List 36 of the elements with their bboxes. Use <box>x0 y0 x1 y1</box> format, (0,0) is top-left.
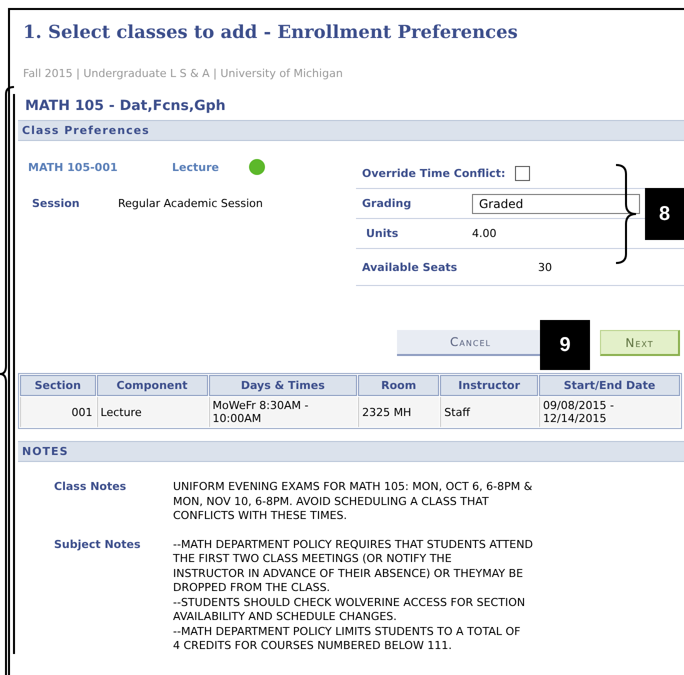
notes-text: --MATH DEPARTMENT POLICY REQUIRES THAT STUDENTS ATTEND THE FIRST TWO CLASS MEETINGS (OR NOTIFY THE INSTRUCTOR IN ADVANCE OF THEIR ABSENCE) OR THEYMAY BE DROPPED FROM THE CLASS. --STUDENTS SHOULD CHECK WOLVERINE ACCESS FOR SECTION AVAILABILITY AND SCHEDULE CHANGES. --MATH DEPARTMENT POLICY LIMITS STUDENTS TO A TOTAL OF 4 CREDITS FOR COURSES NUMBERED BELOW 111. <box>173 538 533 654</box>
column-header: Section <box>20 375 96 396</box>
seats-value: 30 <box>538 260 552 274</box>
column-header: Room <box>358 375 440 396</box>
grading-label: Grading <box>362 197 412 210</box>
units-value: 4.00 <box>472 227 496 240</box>
seats-label: Available Seats <box>362 260 458 274</box>
notes-label: Subject Notes <box>53 538 142 552</box>
override-checkbox[interactable] <box>515 166 530 181</box>
section-header: Class Preferences <box>18 120 684 141</box>
class-link[interactable]: MATH 105-001 <box>28 160 130 174</box>
column-header: Component <box>96 375 208 396</box>
component-link[interactable]: Lecture <box>172 160 219 174</box>
notes-text: UNIFORM EVENING EXAMS FOR MATH 105: MON, OCT 6, 6-8PM & MON, NOV 10, 6-8PM. AVOID SCHEDULING A CLASS THAT CONFLICTS WITH THESE TIMES. <box>173 480 532 524</box>
page-title: 1. Select classes to add - Enrollment Preferences <box>23 22 519 43</box>
course-heading: MATH 105 - Dat,Fcns,Gph <box>24 97 227 116</box>
session-label: Session <box>31 197 81 210</box>
table-cell: MoWeFr 8:30AM - 10:00AM <box>208 397 358 427</box>
column-header: Instructor <box>440 375 538 396</box>
column-header: Days & Times <box>208 375 358 396</box>
override-label: Override Time Conflict: <box>362 167 506 180</box>
table-cell: 09/08/2015 - 12/14/2015 <box>539 397 680 427</box>
next-button[interactable]: Next <box>600 330 680 356</box>
section-header: NOTES <box>18 441 684 462</box>
column-header: Start/End Date <box>539 375 680 396</box>
units-label: Units <box>365 227 400 240</box>
callout-badge: 8 <box>645 188 684 240</box>
table-cell: Lecture <box>96 397 208 427</box>
session-value: Regular Academic Session <box>118 197 263 210</box>
callout-badge: 9 <box>540 320 590 370</box>
grading-select[interactable]: Graded <box>472 194 640 214</box>
term-context: Fall 2015 | Undergraduate L S & A | University of Michigan <box>23 67 344 80</box>
table-cell: Staff <box>440 397 538 427</box>
table-cell: 001 <box>20 397 96 427</box>
notes-label: Class Notes <box>53 480 128 495</box>
table-cell: 2325 MH <box>358 397 440 427</box>
